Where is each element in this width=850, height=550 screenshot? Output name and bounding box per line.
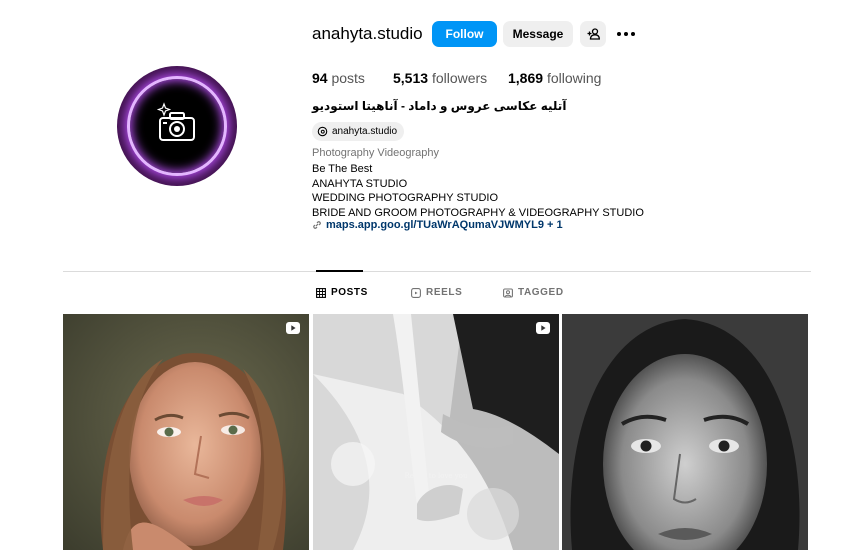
- following-stat[interactable]: 1,869 following: [508, 70, 601, 86]
- reels-icon: [411, 287, 421, 298]
- followers-label: followers: [431, 70, 488, 86]
- tab-tagged-label: TAGGED: [518, 287, 564, 298]
- link-text: maps.app.goo.gl/TUaWrAQumaVJWMYL9 + 1: [326, 219, 563, 231]
- person-plus-icon: [587, 28, 600, 40]
- threads-badge[interactable]: anahyta.studio: [312, 122, 405, 141]
- active-tab-indicator: [316, 270, 363, 272]
- posts-label: posts: [331, 70, 365, 86]
- camera-logo-icon: [156, 102, 195, 141]
- post-tile[interactable]: Ready to love you: [313, 314, 559, 550]
- follow-button[interactable]: Follow: [432, 21, 497, 47]
- bio-line: Be The Best: [312, 163, 373, 175]
- tab-posts[interactable]: POSTS: [316, 287, 368, 298]
- more-options-icon[interactable]: [612, 24, 640, 44]
- post-caption-overlay: Ready to love you: [404, 472, 468, 480]
- grid-icon: [316, 287, 326, 298]
- suggested-accounts-button[interactable]: [580, 21, 606, 47]
- profile-username: anahyta.studio: [312, 24, 423, 43]
- followers-count: 5,513: [393, 70, 429, 86]
- bio-line: BRIDE AND GROOM PHOTOGRAPHY & VIDEOGRAPH…: [312, 206, 644, 219]
- bio-line: WEDDING PHOTOGRAPHY STUDIO: [312, 192, 499, 204]
- reel-icon: [536, 322, 550, 334]
- tab-posts-label: POSTS: [331, 287, 368, 298]
- profile-avatar[interactable]: [117, 66, 237, 186]
- tabs-divider: [63, 271, 811, 272]
- posts-count-stat: 94 posts: [312, 70, 365, 86]
- tab-tagged[interactable]: TAGGED: [503, 287, 564, 298]
- bio-line: ANAHYTA STUDIO: [312, 177, 408, 190]
- black-and-white-portrait-photo: [562, 314, 808, 550]
- profile-full-name: آتلیه عکاسی عروس و داماد - آناهیتا استود…: [312, 99, 567, 113]
- portrait-photo: [63, 314, 309, 550]
- threads-handle: anahyta.studio: [332, 126, 398, 137]
- followers-stat[interactable]: 5,513 followers: [393, 70, 487, 86]
- wedding-photo: [313, 314, 559, 550]
- profile-category: Photography Videography: [312, 147, 440, 159]
- profile-bio: Be The Best ANAHYTA STUDIO WEDDING PHOTO…: [312, 162, 644, 220]
- threads-icon: [317, 126, 328, 137]
- following-count: 1,869: [508, 70, 544, 86]
- message-button[interactable]: Message: [503, 21, 573, 47]
- profile-link[interactable]: maps.app.goo.gl/TUaWrAQumaVJWMYL9 + 1: [312, 219, 563, 231]
- tab-reels[interactable]: REELS: [411, 287, 462, 298]
- posts-count: 94: [312, 70, 328, 86]
- following-label: following: [546, 70, 602, 86]
- reel-icon: [286, 322, 300, 334]
- post-tile[interactable]: [63, 314, 309, 550]
- post-tile[interactable]: [562, 314, 808, 550]
- link-icon: [313, 221, 321, 229]
- tab-reels-label: REELS: [426, 287, 463, 298]
- tagged-icon: [503, 287, 513, 298]
